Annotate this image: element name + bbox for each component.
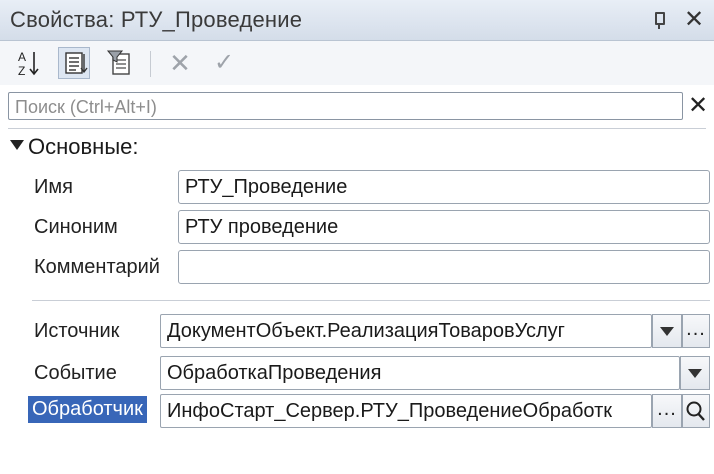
chevron-down-icon xyxy=(688,369,702,378)
divider xyxy=(8,128,706,129)
handler-select-button[interactable]: ... xyxy=(652,394,682,428)
source-dropdown-button[interactable] xyxy=(652,314,682,348)
filter-icon xyxy=(106,50,130,75)
name-field[interactable]: РТУ_Проведение xyxy=(178,170,710,204)
source-label: Источник xyxy=(34,320,120,342)
svg-text:A: A xyxy=(18,50,26,64)
synonym-label: Синоним xyxy=(34,216,118,238)
sort-button[interactable]: A Z xyxy=(12,47,44,79)
toolbar-separator xyxy=(150,51,151,77)
properties-window: Свойства: РТУ_Проведение ✕ A Z ✕ ✓ Поиск… xyxy=(0,0,714,474)
event-label: Событие xyxy=(34,362,117,384)
sort-alphabetical-icon: A Z xyxy=(18,50,39,78)
ellipsis-icon: ... xyxy=(657,398,677,420)
cancel-icon[interactable]: ✕ xyxy=(164,47,196,79)
chevron-down-icon xyxy=(660,327,674,336)
tree-view-icon xyxy=(65,52,88,74)
group-title-main[interactable]: Основные: xyxy=(28,134,139,160)
handler-label: Обработчик xyxy=(28,396,147,423)
tree-view-button[interactable] xyxy=(58,47,90,79)
source-field[interactable]: ДокументОбъект.РеализацияТоваровУслуг xyxy=(160,314,652,348)
checkmark-icon[interactable]: ✓ xyxy=(208,47,240,79)
clear-search-icon[interactable]: ✕ xyxy=(686,92,710,120)
event-field[interactable]: ОбработкаПроведения xyxy=(160,356,680,390)
divider xyxy=(32,300,710,301)
search-box xyxy=(8,92,683,120)
window-title: Свойства: РТУ_Проведение xyxy=(10,7,303,32)
magnifier-icon xyxy=(686,401,705,421)
toolbar: A Z ✕ ✓ xyxy=(0,41,714,85)
title-bar: Свойства: РТУ_Проведение ✕ xyxy=(0,0,714,41)
synonym-field[interactable]: РТУ проведение xyxy=(178,210,710,244)
event-dropdown-button[interactable] xyxy=(680,356,710,390)
ellipsis-icon: ... xyxy=(686,318,706,340)
comment-field[interactable] xyxy=(178,250,710,284)
search-input[interactable] xyxy=(13,94,677,120)
pin-icon[interactable] xyxy=(652,10,666,30)
handler-open-button[interactable] xyxy=(682,394,710,428)
source-select-button[interactable]: ... xyxy=(682,314,710,348)
comment-label: Комментарий xyxy=(34,256,160,278)
name-label: Имя xyxy=(34,176,73,198)
filter-button[interactable] xyxy=(104,47,136,79)
handler-field[interactable]: ИнфоСтарт_Сервер.РТУ_ПроведениеОбработк xyxy=(160,394,652,428)
svg-text:Z: Z xyxy=(18,64,25,78)
close-icon[interactable]: ✕ xyxy=(680,6,708,34)
triangle-down-icon[interactable] xyxy=(10,140,24,150)
